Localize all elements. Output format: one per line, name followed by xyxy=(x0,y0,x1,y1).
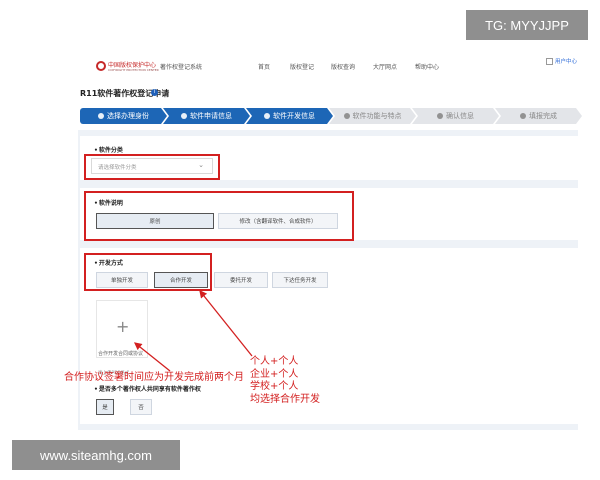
annotation-note-left: 合作协议签署时间应为开发完成前两个月 xyxy=(64,372,244,383)
nav-copyright-query[interactable]: 版权查询 xyxy=(331,62,355,71)
step-label: 确认信息 xyxy=(446,112,474,120)
annotation-note-right: 个人+个人 企业+个人 学校+个人 均选择合作开发 xyxy=(250,356,320,406)
watermark-bottom-left: www.siteamhg.com xyxy=(12,440,180,470)
note-line: 个人+个人 xyxy=(250,356,299,367)
step-icon xyxy=(264,113,270,119)
step-label: 软件申请信息 xyxy=(190,112,232,120)
plus-icon[interactable]: + xyxy=(116,319,129,335)
step-label: 选择办理身份 xyxy=(107,112,149,120)
user-icon xyxy=(546,58,553,65)
nav-home[interactable]: 首页 xyxy=(258,62,270,71)
step-icon xyxy=(437,113,443,119)
watermark-top-right: TG: MYYJJPP xyxy=(466,10,588,40)
step-software-application[interactable]: 软件申请信息 xyxy=(163,108,250,124)
option-co-owner-no[interactable]: 否 xyxy=(130,399,152,415)
site-logo[interactable]: 中国版权保护中心 COPYRIGHT PROTECTION CENTER xyxy=(96,58,159,74)
note-line: 均选择合作开发 xyxy=(250,393,320,405)
step-icon xyxy=(98,113,104,119)
system-name: 著作权登记系统 xyxy=(160,64,203,71)
annotation-box-method xyxy=(84,253,212,291)
option-assigned-development[interactable]: 下达任务开发 xyxy=(272,272,328,288)
note-line: 企业+个人 xyxy=(250,368,299,380)
progress-steps: 选择办理身份 软件申请信息 软件开发信息 软件功能与特点 确认信息 填报完成 xyxy=(80,108,578,124)
step-confirm[interactable]: 确认信息 xyxy=(412,108,499,124)
page: 中国版权保护中心 COPYRIGHT PROTECTION CENTER 著作权… xyxy=(0,0,600,480)
step-features[interactable]: 软件功能与特点 xyxy=(329,108,416,124)
step-software-development[interactable]: 软件开发信息 xyxy=(246,108,333,124)
option-co-owner-yes[interactable]: 是 xyxy=(96,399,114,415)
annotation-box-category xyxy=(84,154,220,180)
user-center-label: 用户中心 xyxy=(555,59,578,65)
nav-help-center[interactable]: 帮助中心 xyxy=(415,62,439,71)
co-owner-label: 是否多个著作权人共同享有软件著作权 xyxy=(94,384,201,393)
nav-copyright-register[interactable]: 版权登记 xyxy=(290,62,314,71)
user-center-link[interactable]: 用户中心 xyxy=(546,58,577,66)
step-icon xyxy=(344,113,350,119)
contract-upload-label: 合作开发合同或协议 xyxy=(98,351,144,357)
software-category-label: 软件分类 xyxy=(94,145,123,154)
step-icon xyxy=(520,113,526,119)
step-complete[interactable]: 填报完成 xyxy=(495,108,582,124)
option-commissioned-development[interactable]: 委托开发 xyxy=(214,272,268,288)
step-icon xyxy=(181,113,187,119)
info-icon[interactable]: i xyxy=(151,89,158,96)
step-label: 软件功能与特点 xyxy=(352,112,402,120)
step-label: 软件开发信息 xyxy=(273,112,315,120)
logo-emblem-icon xyxy=(96,61,106,71)
logo-subtitle: COPYRIGHT PROTECTION CENTER xyxy=(108,68,159,72)
annotation-box-description xyxy=(84,191,354,241)
nav-service-halls[interactable]: 大厅网点 xyxy=(373,62,397,71)
step-label: 填报完成 xyxy=(529,112,557,120)
note-line: 学校+个人 xyxy=(250,381,299,392)
step-select-identity[interactable]: 选择办理身份 xyxy=(80,108,167,124)
